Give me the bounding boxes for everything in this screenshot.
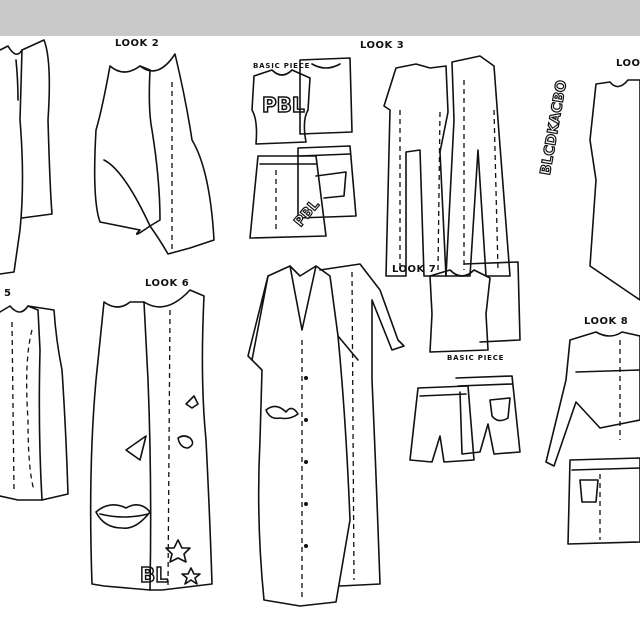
look7-label: LOOK 7 — [392, 264, 436, 275]
look8-label: LOOK 8 — [584, 316, 628, 327]
look3-label: LOOK 3 — [360, 40, 404, 51]
bl-print-text: BL — [140, 563, 168, 587]
look2-dress-sketch — [93, 53, 215, 255]
look6-label-visible: LOOK 6 — [145, 278, 189, 289]
look8-jacket-sketch — [545, 331, 640, 467]
look6-dress-sketch: BL — [89, 289, 213, 591]
skirt-print-text: PBL — [291, 197, 322, 230]
look3-top-sketch: PBL — [251, 57, 353, 145]
look7-shorts-sketch — [409, 375, 521, 463]
look3-skirt-sketch: PBL — [249, 145, 357, 239]
top-bar — [0, 0, 640, 36]
look1-dress-sketch — [0, 39, 53, 275]
look8-shorts-sketch — [567, 457, 640, 545]
side-print-text: BLCDKACBO — [538, 79, 570, 176]
look5-label: 5 — [4, 288, 11, 299]
sketch-sheet: LOOK 2 BASIC PIECE LOOK 3 PBL PBL LOOK B… — [0, 36, 640, 640]
basic-piece-l7-label: BASIC PIECE — [447, 354, 504, 362]
look3-long-vest-sketch — [383, 55, 511, 277]
fashion-flats-drawing: LOOK 2 BASIC PIECE LOOK 3 PBL PBL LOOK B… — [0, 38, 640, 607]
basic-piece-label: BASIC PIECE — [253, 62, 310, 70]
look4-dress-sketch: BLCDKACBO — [537, 78, 640, 301]
look4-label: LOOK — [616, 58, 640, 69]
tee-print-text: PBL — [262, 93, 305, 117]
look5-dress-sketch — [0, 305, 69, 501]
look2-label: LOOK 2 — [115, 38, 159, 49]
long-coat-sketch — [247, 263, 405, 607]
